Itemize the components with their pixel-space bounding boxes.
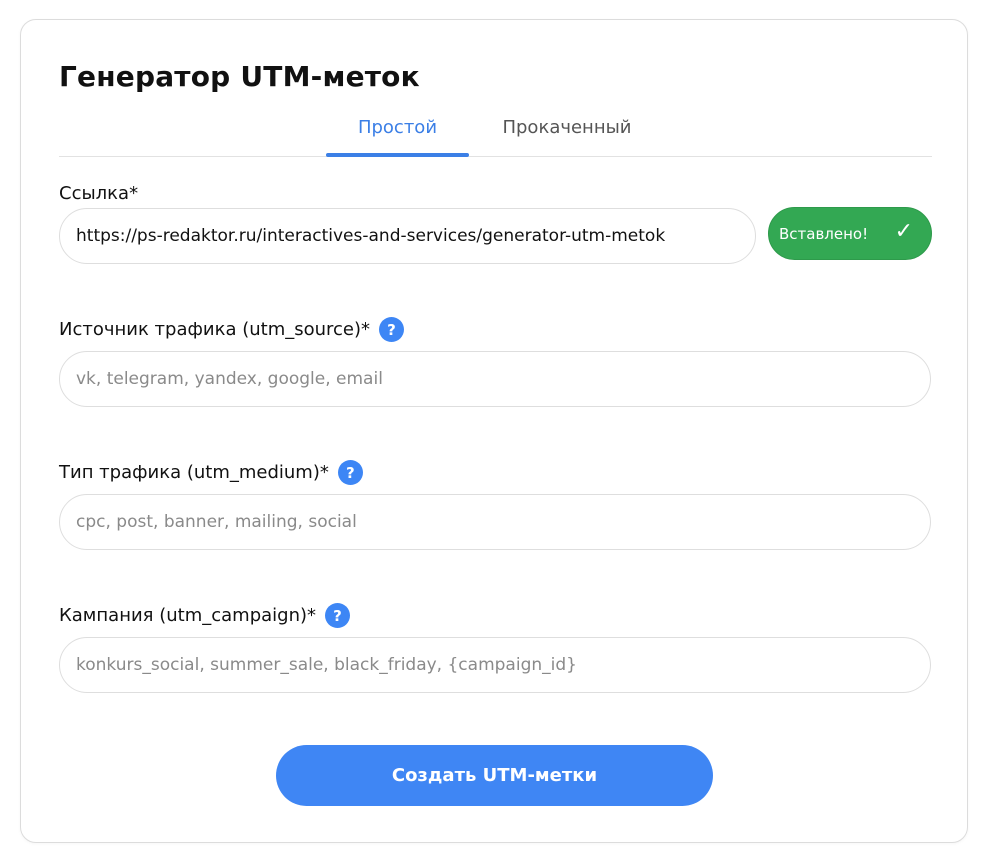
medium-label: Тип трафика (utm_medium)* ? [59,460,363,485]
pasted-button-label: Вставлено! [779,224,869,243]
check-icon: ✓ [894,219,913,244]
tab-advanced[interactable]: Прокаченный [489,112,645,156]
tab-simple[interactable]: Простой [326,112,469,157]
utm-medium-input[interactable] [59,494,931,550]
tab-simple-label: Простой [357,117,438,138]
tab-advanced-label: Прокаченный [502,117,632,138]
utm-campaign-input[interactable] [59,637,931,693]
campaign-label: Кампания (utm_campaign)* ? [59,603,351,628]
page-title: Генератор UTM-меток [59,60,420,93]
medium-help-icon[interactable]: ? [337,460,363,485]
source-label: Источник трафика (utm_source)* ? [59,317,405,342]
create-utm-button-label: Создать UTM-метки [391,765,598,786]
campaign-label-text: Кампания (utm_campaign)* [59,605,317,626]
mode-tabs: Простой Прокаченный [59,112,932,157]
create-utm-button[interactable]: Создать UTM-метки [276,745,713,806]
campaign-help-icon[interactable]: ? [325,603,351,628]
url-label-text: Ссылка* [59,183,139,204]
utm-generator-card: Генератор UTM-меток Простой Прокаченный … [20,19,968,843]
source-label-text: Источник трафика (utm_source)* [59,319,371,340]
source-help-icon[interactable]: ? [379,317,405,342]
url-input[interactable] [59,208,756,264]
medium-label-text: Тип трафика (utm_medium)* [59,462,329,483]
utm-source-input[interactable] [59,351,931,407]
active-tab-indicator [326,153,469,157]
pasted-button[interactable]: Вставлено! ✓ [768,207,932,260]
url-label: Ссылка* [59,183,138,204]
